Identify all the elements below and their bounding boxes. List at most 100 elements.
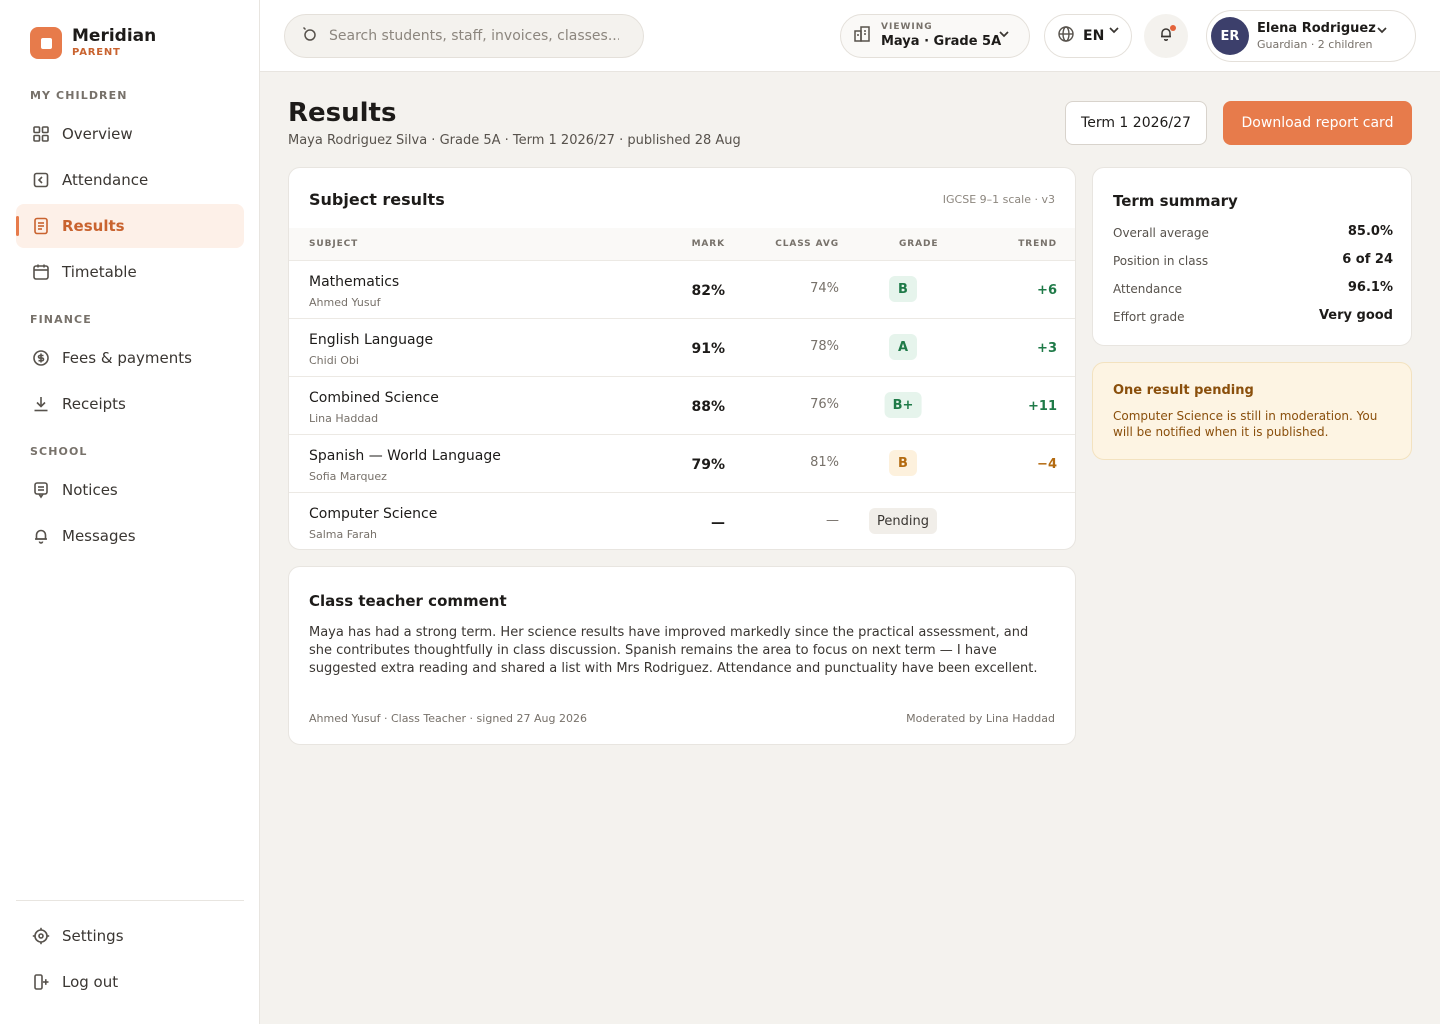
sidebar-item-label: Receipts — [62, 395, 126, 413]
subject-name: Mathematics — [309, 274, 400, 290]
calendar-icon — [32, 263, 50, 281]
sidebar-item-results[interactable]: Results — [16, 204, 244, 248]
summary-row: Position in class 6 of 24 — [1113, 252, 1393, 272]
class-average: 81% — [810, 455, 839, 470]
summary-value: 6 of 24 — [1342, 252, 1393, 267]
sidebar-item-timetable[interactable]: Timetable — [16, 250, 244, 294]
coin-icon — [32, 349, 50, 367]
class-average: — — [826, 513, 839, 528]
notice-body: Computer Science is still in moderation.… — [1113, 409, 1378, 439]
table-row[interactable]: Mathematics Ahmed Yusuf 82% 74% B +6 — [289, 260, 1075, 318]
sidebar-item-settings[interactable]: Settings — [16, 914, 244, 958]
logout-icon — [32, 973, 50, 991]
chevron-down-icon — [1107, 23, 1121, 41]
teacher-name: Lina Haddad — [309, 412, 379, 425]
summary-row: Attendance 96.1% — [1113, 280, 1393, 300]
sidebar-item-receipts[interactable]: Receipts — [16, 382, 244, 426]
term-summary-card: Term summary Overall average 85.0% Posit… — [1092, 167, 1412, 346]
teacher-name: Salma Farah — [309, 528, 378, 541]
download-icon — [32, 395, 50, 413]
pending-result-notice: One result pending Computer Science is s… — [1092, 362, 1412, 460]
notice-icon — [32, 481, 50, 499]
table-header: SUBJECT MARK CLASS AVG GRADE TREND — [289, 228, 1075, 260]
page-subtitle: Maya Rodriguez Silva · Grade 5A · Term 1… — [288, 133, 741, 148]
avatar: ER — [1211, 17, 1249, 55]
download-report-button[interactable]: Download report card — [1223, 101, 1412, 145]
page-title: Results — [288, 98, 397, 128]
subject-name: Combined Science — [309, 390, 439, 406]
sidebar: Meridian PARENT MY CHILDREN Overview Att… — [0, 0, 260, 1024]
grade-badge: Pending — [869, 508, 937, 534]
teacher-name: Sofia Marquez — [309, 470, 387, 483]
settings-icon — [32, 927, 50, 945]
grade-badge: B — [889, 276, 917, 302]
child-switcher[interactable]: VIEWING Maya · Grade 5A — [840, 14, 1030, 58]
summary-value: 85.0% — [1347, 224, 1393, 239]
sidebar-item-label: Attendance — [62, 171, 149, 189]
teacher-name: Chidi Obi — [309, 354, 359, 367]
search-bar[interactable] — [284, 14, 644, 58]
brand[interactable]: Meridian PARENT — [30, 26, 156, 60]
comment-body: Maya has had a strong term. Her science … — [309, 625, 1038, 676]
brand-name: Meridian — [72, 26, 157, 46]
sidebar-item-notices[interactable]: Notices — [16, 468, 244, 512]
comment-signature: Ahmed Yusuf · Class Teacher · signed 27 … — [309, 712, 587, 725]
summary-row: Overall average 85.0% — [1113, 224, 1393, 244]
table-row[interactable]: Computer Science Salma Farah — — Pending — [289, 492, 1075, 549]
class-average: 76% — [810, 397, 839, 412]
summary-label: Position in class — [1113, 254, 1209, 268]
comment-title: Class teacher comment — [309, 592, 507, 610]
mark: — — [711, 515, 725, 531]
summary-label: Attendance — [1113, 282, 1182, 296]
language-switcher[interactable]: EN — [1044, 14, 1132, 58]
table-row[interactable]: Spanish — World Language Sofia Marquez 7… — [289, 434, 1075, 492]
summary-label: Overall average — [1113, 226, 1209, 240]
sidebar-divider — [16, 900, 244, 901]
summary-label: Effort grade — [1113, 310, 1185, 324]
topbar: VIEWING Maya · Grade 5A EN ER Elena Rodr… — [260, 0, 1440, 72]
sidebar-item-label: Results — [62, 217, 125, 235]
grade-badge: B+ — [884, 392, 922, 418]
document-icon — [32, 217, 50, 235]
sidebar-item-attendance[interactable]: Attendance — [16, 158, 244, 202]
grid-icon — [32, 125, 50, 143]
sidebar-item-overview[interactable]: Overview — [16, 112, 244, 156]
user-role: Guardian · 2 children — [1257, 38, 1373, 51]
summary-value: 96.1% — [1347, 280, 1393, 295]
notification-dot — [1170, 25, 1176, 31]
notifications-button[interactable] — [1144, 14, 1188, 58]
grading-scale: IGCSE 9–1 scale · v3 — [942, 193, 1055, 206]
column-header-subject: SUBJECT — [309, 239, 359, 249]
user-menu[interactable]: ER Elena Rodriguez Guardian · 2 children — [1206, 10, 1416, 62]
subject-name: English Language — [309, 332, 434, 348]
table-row[interactable]: Combined Science Lina Haddad 88% 76% B+ … — [289, 376, 1075, 434]
brand-logo-icon — [30, 27, 62, 59]
sidebar-item-label: Settings — [62, 927, 124, 945]
summary-row: Effort grade Very good — [1113, 308, 1393, 328]
sidebar-item-label: Log out — [62, 973, 119, 991]
sidebar-item-messages[interactable]: Messages — [16, 514, 244, 558]
nav-section-finance: FINANCE — [30, 313, 92, 326]
sidebar-item-fees-payments[interactable]: Fees & payments — [16, 336, 244, 380]
language-label: EN — [1083, 28, 1105, 44]
mark: 91% — [691, 341, 725, 357]
sidebar-item-label: Notices — [62, 481, 118, 499]
mark: 88% — [691, 399, 725, 415]
chevron-down-icon — [997, 27, 1011, 45]
brand-role: PARENT — [72, 47, 121, 58]
user-name: Elena Rodriguez — [1257, 21, 1376, 36]
sidebar-item-label: Fees & payments — [62, 349, 192, 367]
nav-section-school: SCHOOL — [30, 445, 88, 458]
globe-icon — [1057, 25, 1075, 47]
trend: +6 — [1037, 283, 1057, 298]
card-title: Subject results — [309, 190, 445, 209]
search-input[interactable] — [329, 28, 619, 44]
grade-badge: A — [889, 334, 917, 360]
table-row[interactable]: English Language Chidi Obi 91% 78% A +3 — [289, 318, 1075, 376]
teacher-comment-card: Class teacher comment Maya has had a str… — [288, 566, 1076, 745]
notice-title: One result pending — [1113, 383, 1254, 398]
term-select-button[interactable]: Term 1 2026/27 — [1065, 101, 1207, 145]
sidebar-item-logout[interactable]: Log out — [16, 960, 244, 1004]
calendar-check-icon — [32, 171, 50, 189]
class-average: 74% — [810, 281, 839, 296]
